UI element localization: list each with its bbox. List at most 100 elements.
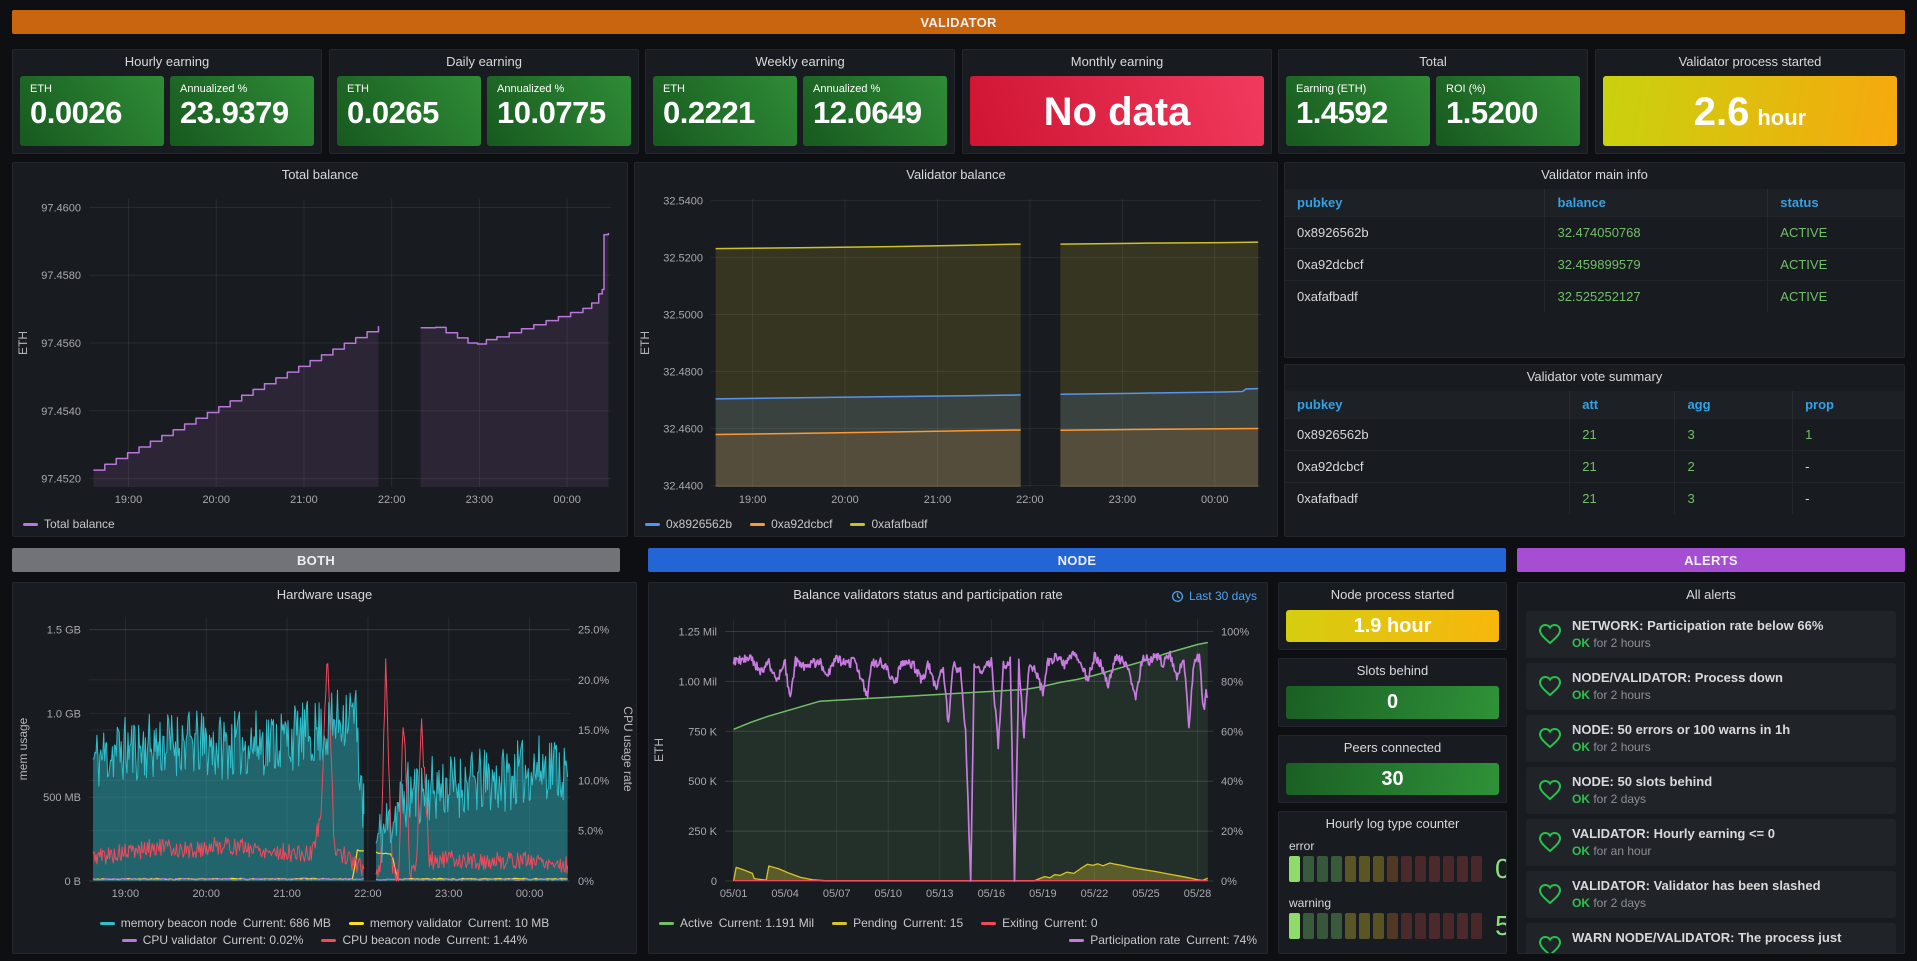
legend-series-label: 0x8926562b bbox=[666, 517, 732, 531]
alert-item[interactable]: WARN NODE/VALIDATOR: The process just bbox=[1526, 923, 1896, 954]
cell-pubkey: 0x8926562b bbox=[1285, 419, 1570, 451]
legend-item[interactable]: Pending Current: 15 bbox=[832, 916, 963, 930]
legend-series-current: Current: 15 bbox=[903, 916, 963, 930]
validator-balance-chart[interactable]: 19:0020:0021:0022:0023:0000:0032.440032.… bbox=[635, 189, 1277, 511]
panel-title[interactable]: Weekly earning bbox=[646, 54, 954, 69]
heart-icon bbox=[1538, 831, 1562, 853]
log-cell bbox=[1443, 856, 1454, 882]
panel-slots-behind: Slots behind 0 bbox=[1278, 658, 1507, 727]
legend-series-label: Exiting bbox=[1002, 916, 1038, 930]
legend-item[interactable]: memory beacon node Current: 686 MB bbox=[100, 916, 331, 930]
legend-item[interactable]: Exiting Current: 0 bbox=[981, 916, 1097, 930]
legend-item[interactable]: Participation rate Current: 74% bbox=[1069, 933, 1257, 947]
svg-text:32.5400: 32.5400 bbox=[663, 195, 703, 207]
legend-item[interactable]: Total balance bbox=[23, 517, 115, 531]
svg-text:1.0 GB: 1.0 GB bbox=[47, 708, 81, 720]
log-cell bbox=[1387, 913, 1398, 939]
cell-att: 21 bbox=[1570, 451, 1675, 483]
panel-total-balance-chart: Total balance 19:0020:0021:0022:0023:000… bbox=[12, 162, 628, 537]
legend-item[interactable]: CPU beacon node Current: 1.44% bbox=[321, 933, 527, 947]
row-header-node[interactable]: NODE bbox=[648, 548, 1506, 572]
alert-item[interactable]: NODE: 50 errors or 100 warns in 1h OK fo… bbox=[1526, 715, 1896, 762]
alert-duration: for 2 days bbox=[1593, 896, 1646, 910]
svg-text:20%: 20% bbox=[1221, 826, 1243, 838]
log-cell bbox=[1359, 913, 1370, 939]
log-cell bbox=[1359, 856, 1370, 882]
panel-daily-earning: Daily earning ETH 0.0265 Annualized % 10… bbox=[329, 49, 639, 154]
col-header-balance[interactable]: balance bbox=[1545, 189, 1768, 217]
log-cell bbox=[1471, 856, 1482, 882]
legend-item[interactable]: 0xafafbadf bbox=[850, 517, 927, 531]
stat-value: 0.0026 bbox=[30, 95, 154, 131]
legend-item[interactable]: memory validator Current: 10 MB bbox=[349, 916, 549, 930]
svg-text:32.5200: 32.5200 bbox=[663, 252, 703, 264]
panel-title[interactable]: Validator main info bbox=[1285, 167, 1904, 182]
alert-name: VALIDATOR: Hourly earning <= 0 bbox=[1572, 826, 1886, 841]
stat-value: 23.9379 bbox=[180, 95, 304, 131]
row-header-both-label: BOTH bbox=[297, 553, 335, 568]
panel-title[interactable]: Validator balance bbox=[635, 167, 1277, 182]
heart-icon bbox=[1538, 623, 1562, 645]
alert-item[interactable]: NODE: 50 slots behind OK for 2 days bbox=[1526, 767, 1896, 814]
svg-text:500 K: 500 K bbox=[688, 776, 717, 788]
panel-title[interactable]: Hardware usage bbox=[13, 587, 636, 602]
col-header-pubkey[interactable]: pubkey bbox=[1285, 391, 1570, 419]
panel-title[interactable]: Total bbox=[1279, 54, 1587, 69]
panel-title[interactable]: Hourly log type counter bbox=[1279, 816, 1506, 831]
validator-main-info-table: pubkey balance status 0x8926562b 32.4740… bbox=[1285, 189, 1904, 312]
panel-title[interactable]: Slots behind bbox=[1279, 663, 1506, 678]
panel-title[interactable]: Total balance bbox=[13, 167, 627, 182]
col-header-att[interactable]: att bbox=[1570, 391, 1675, 419]
panel-title[interactable]: Validator vote summary bbox=[1285, 369, 1904, 384]
alert-duration: for an hour bbox=[1593, 844, 1651, 858]
legend-item[interactable]: 0x8926562b bbox=[645, 517, 732, 531]
col-header-status[interactable]: status bbox=[1768, 189, 1904, 217]
panel-title[interactable]: Daily earning bbox=[330, 54, 638, 69]
legend-series-label: CPU beacon node bbox=[342, 933, 440, 947]
svg-text:00:00: 00:00 bbox=[516, 888, 544, 900]
svg-text:0%: 0% bbox=[578, 876, 594, 888]
legend-item[interactable]: Active Current: 1.191 Mil bbox=[659, 916, 814, 930]
row-header-alerts[interactable]: ALERTS bbox=[1517, 548, 1905, 572]
stat-daily-annualized: Annualized % 10.0775 bbox=[487, 76, 631, 146]
log-cell bbox=[1471, 913, 1482, 939]
cell-pubkey: 0xa92dcbcf bbox=[1285, 249, 1545, 281]
legend-series-dash bbox=[122, 939, 137, 942]
hardware-usage-chart[interactable]: 19:0020:0021:0022:0023:0000:000 B500 MB1… bbox=[13, 609, 636, 905]
legend-item[interactable]: 0xa92dcbcf bbox=[750, 517, 832, 531]
row-header-both[interactable]: BOTH bbox=[12, 548, 620, 572]
alert-item[interactable]: VALIDATOR: Validator has been slashed OK… bbox=[1526, 871, 1896, 918]
time-range-hint: Last 30 days bbox=[1171, 589, 1257, 603]
panel-title[interactable]: Peers connected bbox=[1279, 740, 1506, 755]
total-balance-chart[interactable]: 19:0020:0021:0022:0023:0000:0097.452097.… bbox=[13, 189, 627, 511]
legend-series-current: Current: 1.44% bbox=[447, 933, 528, 947]
panel-title[interactable]: Validator process started bbox=[1596, 54, 1904, 69]
stat-label: ROI (%) bbox=[1446, 83, 1570, 95]
col-header-pubkey[interactable]: pubkey bbox=[1285, 189, 1545, 217]
row-header-validator[interactable]: VALIDATOR bbox=[12, 10, 1905, 34]
y-axis-label: mem usage bbox=[16, 717, 30, 780]
y-axis-label-right: CPU usage rate bbox=[621, 706, 635, 792]
legend-series-current: Current: 0 bbox=[1044, 916, 1097, 930]
alert-item[interactable]: VALIDATOR: Hourly earning <= 0 OK for an… bbox=[1526, 819, 1896, 866]
legend-item[interactable]: CPU validator Current: 0.02% bbox=[122, 933, 304, 947]
panel-title[interactable]: Node process started bbox=[1279, 587, 1506, 602]
svg-text:21:00: 21:00 bbox=[273, 888, 301, 900]
panel-title[interactable]: All alerts bbox=[1518, 587, 1904, 602]
log-cell bbox=[1303, 856, 1314, 882]
legend-series-dash bbox=[659, 922, 674, 925]
alert-item[interactable]: NETWORK: Participation rate below 66% OK… bbox=[1526, 611, 1896, 658]
panel-title[interactable]: Hourly earning bbox=[13, 54, 321, 69]
panel-all-alerts: All alerts NETWORK: Participation rate b… bbox=[1517, 582, 1905, 954]
cell-status: ACTIVE bbox=[1768, 249, 1904, 281]
alert-item[interactable]: NODE/VALIDATOR: Process down OK for 2 ho… bbox=[1526, 663, 1896, 710]
table-row: 0x8926562b 21 3 1 bbox=[1285, 419, 1904, 451]
log-cell bbox=[1289, 913, 1300, 939]
col-header-agg[interactable]: agg bbox=[1675, 391, 1793, 419]
svg-text:19:00: 19:00 bbox=[739, 494, 767, 506]
balance-status-chart[interactable]: 05/0105/0405/0705/1005/1305/1605/1905/22… bbox=[649, 609, 1267, 905]
log-cell bbox=[1429, 856, 1440, 882]
col-header-prop[interactable]: prop bbox=[1793, 391, 1904, 419]
log-cell bbox=[1345, 913, 1356, 939]
panel-title[interactable]: Monthly earning bbox=[963, 54, 1271, 69]
